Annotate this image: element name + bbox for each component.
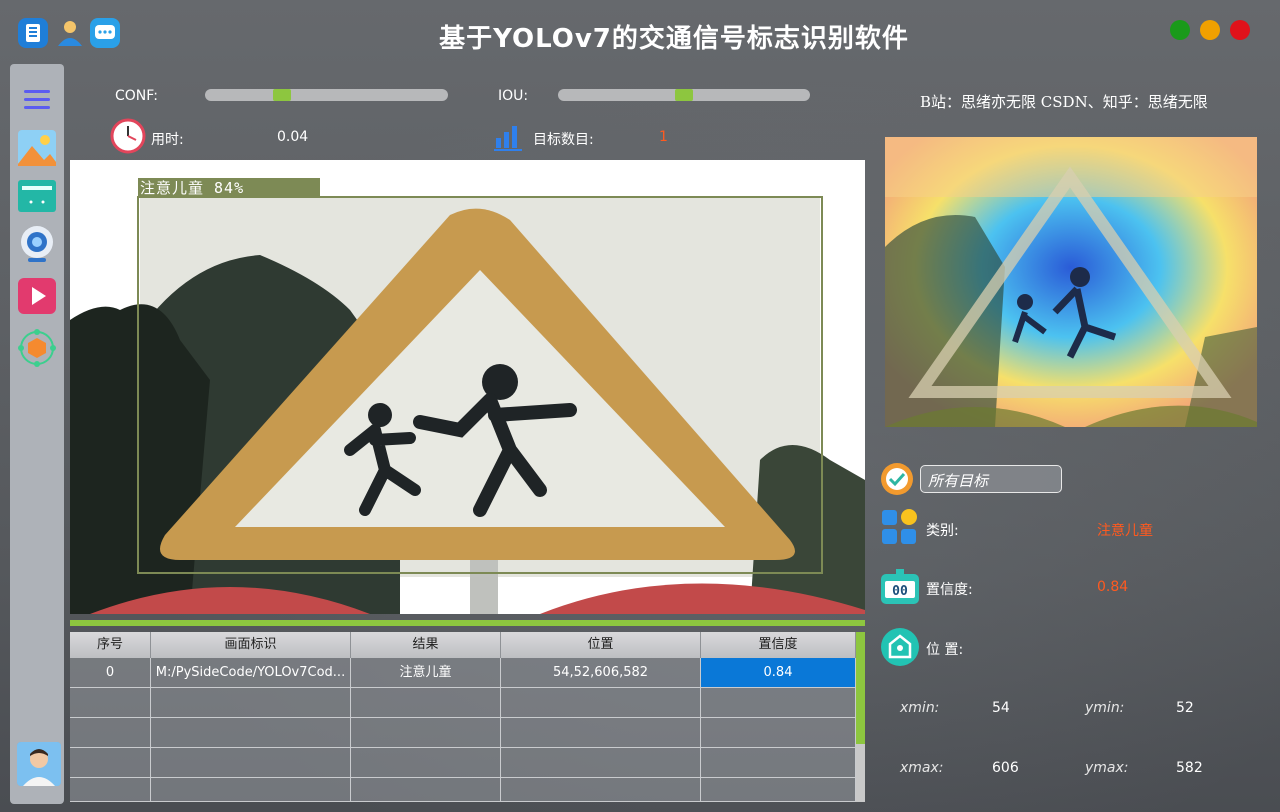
class-value: 注意儿童 bbox=[1097, 523, 1153, 539]
menu-icon[interactable] bbox=[16, 80, 58, 120]
conf-slider-handle[interactable] bbox=[273, 89, 291, 101]
conf-label: CONF: bbox=[115, 88, 158, 104]
iou-slider[interactable] bbox=[558, 89, 810, 101]
iou-label: IOU: bbox=[498, 88, 529, 104]
table-cell[interactable] bbox=[501, 748, 701, 778]
table-scrollbar[interactable] bbox=[856, 632, 865, 802]
conf-slider[interactable] bbox=[205, 89, 448, 101]
table-cell-result[interactable]: 注意儿童 bbox=[351, 658, 501, 688]
detection-image: 注意儿童 84% bbox=[70, 160, 865, 614]
class-label: 类别: bbox=[926, 523, 959, 539]
timer-icon: 00 bbox=[879, 568, 921, 606]
table-cell[interactable] bbox=[501, 778, 701, 802]
target-select[interactable]: 所有目标 bbox=[920, 465, 1062, 493]
table-cell[interactable] bbox=[351, 748, 501, 778]
iou-slider-handle[interactable] bbox=[675, 89, 693, 101]
maximize-button[interactable] bbox=[1200, 20, 1220, 40]
model-icon[interactable] bbox=[16, 328, 58, 368]
confidence-label: 置信度: bbox=[926, 582, 973, 598]
header-result[interactable]: 结果 bbox=[351, 632, 501, 658]
location-icon bbox=[880, 627, 920, 667]
camera-icon[interactable] bbox=[16, 224, 58, 264]
xmin-label: xmin: bbox=[900, 700, 940, 716]
table-cell[interactable] bbox=[701, 748, 856, 778]
ymax-value: 582 bbox=[1176, 760, 1203, 776]
header-confidence[interactable]: 置信度 bbox=[701, 632, 856, 658]
sidebar bbox=[10, 64, 64, 804]
detection-box-label: 注意儿童 84% bbox=[140, 179, 245, 197]
minimize-button[interactable] bbox=[1170, 20, 1190, 40]
video-icon[interactable] bbox=[16, 276, 58, 316]
scrollbar-thumb[interactable] bbox=[856, 632, 865, 744]
table-cell-confidence[interactable]: 0.84 bbox=[701, 658, 856, 688]
table-cell[interactable] bbox=[701, 718, 856, 748]
ymin-value: 52 bbox=[1176, 700, 1194, 716]
table-cell[interactable] bbox=[501, 688, 701, 718]
folder-icon[interactable] bbox=[16, 176, 58, 216]
table-cell[interactable] bbox=[151, 718, 351, 748]
xmax-label: xmax: bbox=[900, 760, 944, 776]
count-value: 1 bbox=[659, 129, 668, 145]
time-label: 用时: bbox=[151, 132, 184, 148]
table-cell[interactable] bbox=[701, 688, 856, 718]
position-label: 位 置: bbox=[926, 642, 964, 658]
table-cell[interactable] bbox=[351, 778, 501, 802]
bar-chart-icon bbox=[494, 120, 524, 152]
credit-text: B站：思绪亦无限 CSDN、知乎：思绪无限 bbox=[920, 93, 1208, 111]
table-cell[interactable] bbox=[70, 688, 151, 718]
table-cell[interactable] bbox=[70, 718, 151, 748]
close-button[interactable] bbox=[1230, 20, 1250, 40]
result-table[interactable]: 序号 画面标识 结果 位置 置信度 0 M:/PySideCode/YOLOv7… bbox=[70, 632, 856, 802]
ymin-label: ymin: bbox=[1085, 700, 1125, 716]
time-value: 0.04 bbox=[277, 129, 309, 145]
table-cell[interactable] bbox=[70, 778, 151, 802]
svg-text:00: 00 bbox=[892, 584, 908, 599]
divider bbox=[70, 620, 865, 626]
table-cell[interactable] bbox=[351, 718, 501, 748]
table-cell-source[interactable]: M:/PySideCode/YOLOv7Cod... bbox=[151, 658, 351, 688]
clock-icon bbox=[110, 118, 146, 154]
header-source[interactable]: 画面标识 bbox=[151, 632, 351, 658]
table-cell[interactable] bbox=[70, 748, 151, 778]
target-select-value: 所有目标 bbox=[928, 472, 989, 490]
table-cell[interactable] bbox=[151, 748, 351, 778]
xmax-value: 606 bbox=[992, 760, 1019, 776]
table-cell-index[interactable]: 0 bbox=[70, 658, 151, 688]
table-cell[interactable] bbox=[151, 778, 351, 802]
xmin-value: 54 bbox=[992, 700, 1010, 716]
table-cell[interactable] bbox=[351, 688, 501, 718]
header-position[interactable]: 位置 bbox=[501, 632, 701, 658]
table-cell[interactable] bbox=[151, 688, 351, 718]
heatmap-image bbox=[885, 137, 1257, 427]
table-cell[interactable] bbox=[501, 718, 701, 748]
table-cell-position[interactable]: 54,52,606,582 bbox=[501, 658, 701, 688]
confidence-value: 0.84 bbox=[1097, 579, 1129, 595]
check-icon bbox=[879, 462, 915, 496]
avatar[interactable] bbox=[17, 742, 61, 786]
count-label: 目标数目: bbox=[533, 132, 594, 148]
app-title: 基于YOLOv7的交通信号标志识别软件 bbox=[439, 24, 909, 54]
ymax-label: ymax: bbox=[1085, 760, 1129, 776]
header-index[interactable]: 序号 bbox=[70, 632, 151, 658]
title-bar: 基于YOLOv7的交通信号标志识别软件 bbox=[0, 0, 1280, 64]
category-icon bbox=[880, 508, 920, 546]
image-icon[interactable] bbox=[16, 128, 58, 168]
table-cell[interactable] bbox=[701, 778, 856, 802]
